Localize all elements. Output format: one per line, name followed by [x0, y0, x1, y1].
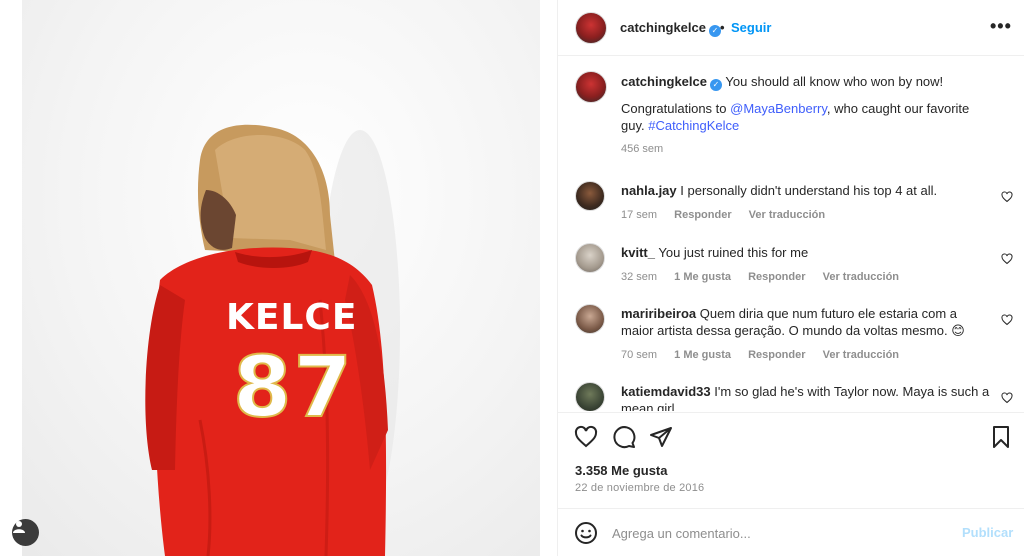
comments-scroll[interactable]: catchingkelce ✓ You should all know who w… — [558, 57, 1024, 411]
caption-mention[interactable]: @MayaBenberry — [730, 101, 827, 116]
publish-button[interactable]: Publicar — [962, 525, 1013, 540]
heart-outline-icon[interactable] — [1001, 191, 1013, 203]
comment-username[interactable]: katiemdavid33 — [621, 384, 711, 399]
heart-outline-icon[interactable] — [1001, 314, 1013, 326]
comment-item: mariribeiroa Quem diria que num futuro e… — [558, 304, 1024, 384]
header-separator: • — [720, 20, 725, 35]
share-icon[interactable] — [649, 425, 673, 449]
like-heart-icon[interactable] — [574, 425, 598, 449]
caption-line2-prefix: Congratulations to — [621, 101, 731, 116]
caption-avatar[interactable] — [575, 71, 607, 103]
comment-username[interactable]: nahla.jay — [621, 183, 677, 198]
post-header: catchingkelce ✓ • Seguir ••• — [558, 0, 1024, 56]
post-panel: catchingkelce ✓ • Seguir ••• catchingkelc… — [557, 0, 1024, 556]
caption-username[interactable]: catchingkelce — [621, 74, 707, 89]
verified-badge-icon: ✓ — [710, 79, 722, 91]
see-translation-button[interactable]: Ver traducción — [749, 209, 825, 221]
caption: catchingkelce ✓ You should all know who w… — [621, 73, 991, 162]
jersey-name: KELCE — [226, 297, 358, 338]
author-username[interactable]: catchingkelce ✓ — [620, 20, 721, 37]
jersey-number: 87 — [232, 338, 354, 436]
comment-text: You just ruined this for me — [658, 245, 809, 260]
bookmark-icon[interactable] — [989, 425, 1013, 449]
commenter-avatar[interactable] — [575, 181, 605, 211]
heart-outline-icon[interactable] — [1001, 392, 1013, 404]
comment-time: 70 sem — [621, 349, 658, 361]
more-options-icon[interactable]: ••• — [990, 16, 1012, 37]
comment-username[interactable]: mariribeiroa — [621, 306, 696, 321]
commenter-avatar[interactable] — [575, 382, 605, 411]
comment-input[interactable] — [612, 521, 942, 545]
photo-illustration — [145, 124, 400, 556]
likes-count[interactable]: 3.358 Me gusta — [575, 463, 668, 478]
emoji-icon[interactable] — [574, 521, 598, 545]
comment-likes[interactable]: 1 Me gusta — [674, 349, 731, 361]
comment-item: nahla.jay I personally didn't understand… — [558, 181, 1024, 241]
comment-meta: 17 sem Responder Ver traducción — [621, 207, 991, 224]
media-right-edge — [540, 0, 557, 556]
comment-time: 17 sem — [621, 209, 658, 221]
comment-item: katiemdavid33 I'm so glad he's with Tayl… — [558, 382, 1024, 411]
caption-hashtag[interactable]: #CatchingKelce — [648, 118, 739, 133]
comment-icon[interactable] — [612, 425, 636, 449]
reply-button[interactable]: Responder — [748, 271, 805, 283]
comment-text: I personally didn't understand his top 4… — [680, 183, 938, 198]
comment-likes[interactable]: 1 Me gusta — [674, 271, 731, 283]
comment-time: 32 sem — [621, 271, 658, 283]
reply-button[interactable]: Responder — [674, 209, 731, 221]
comment-item: kvitt_ You just ruined this for me 32 se… — [558, 243, 1024, 303]
action-bar — [558, 412, 1024, 458]
caption-time: 456 sem — [621, 143, 664, 155]
media-left-edge — [0, 0, 22, 556]
see-translation-button[interactable]: Ver traducción — [823, 349, 899, 361]
post-date: 22 de noviembre de 2016 — [575, 482, 705, 494]
commenter-avatar[interactable] — [575, 243, 605, 273]
heart-outline-icon[interactable] — [1001, 253, 1013, 265]
comment-meta: 32 sem 1 Me gusta Responder Ver traducci… — [621, 269, 991, 286]
comment-username[interactable]: kvitt_ — [621, 245, 655, 260]
see-translation-button[interactable]: Ver traducción — [823, 271, 899, 283]
commenter-avatar[interactable] — [575, 304, 605, 334]
tagged-user-icon[interactable] — [12, 519, 39, 546]
caption-line1: You should all know who won by now! — [725, 74, 944, 89]
follow-button[interactable]: Seguir — [731, 20, 771, 35]
comment-meta: 70 sem 1 Me gusta Responder Ver traducci… — [621, 347, 991, 364]
reply-button[interactable]: Responder — [748, 349, 805, 361]
post-media[interactable]: KELCE 87 — [0, 0, 557, 556]
comment-composer: Publicar — [558, 508, 1024, 556]
author-avatar[interactable] — [575, 12, 607, 44]
